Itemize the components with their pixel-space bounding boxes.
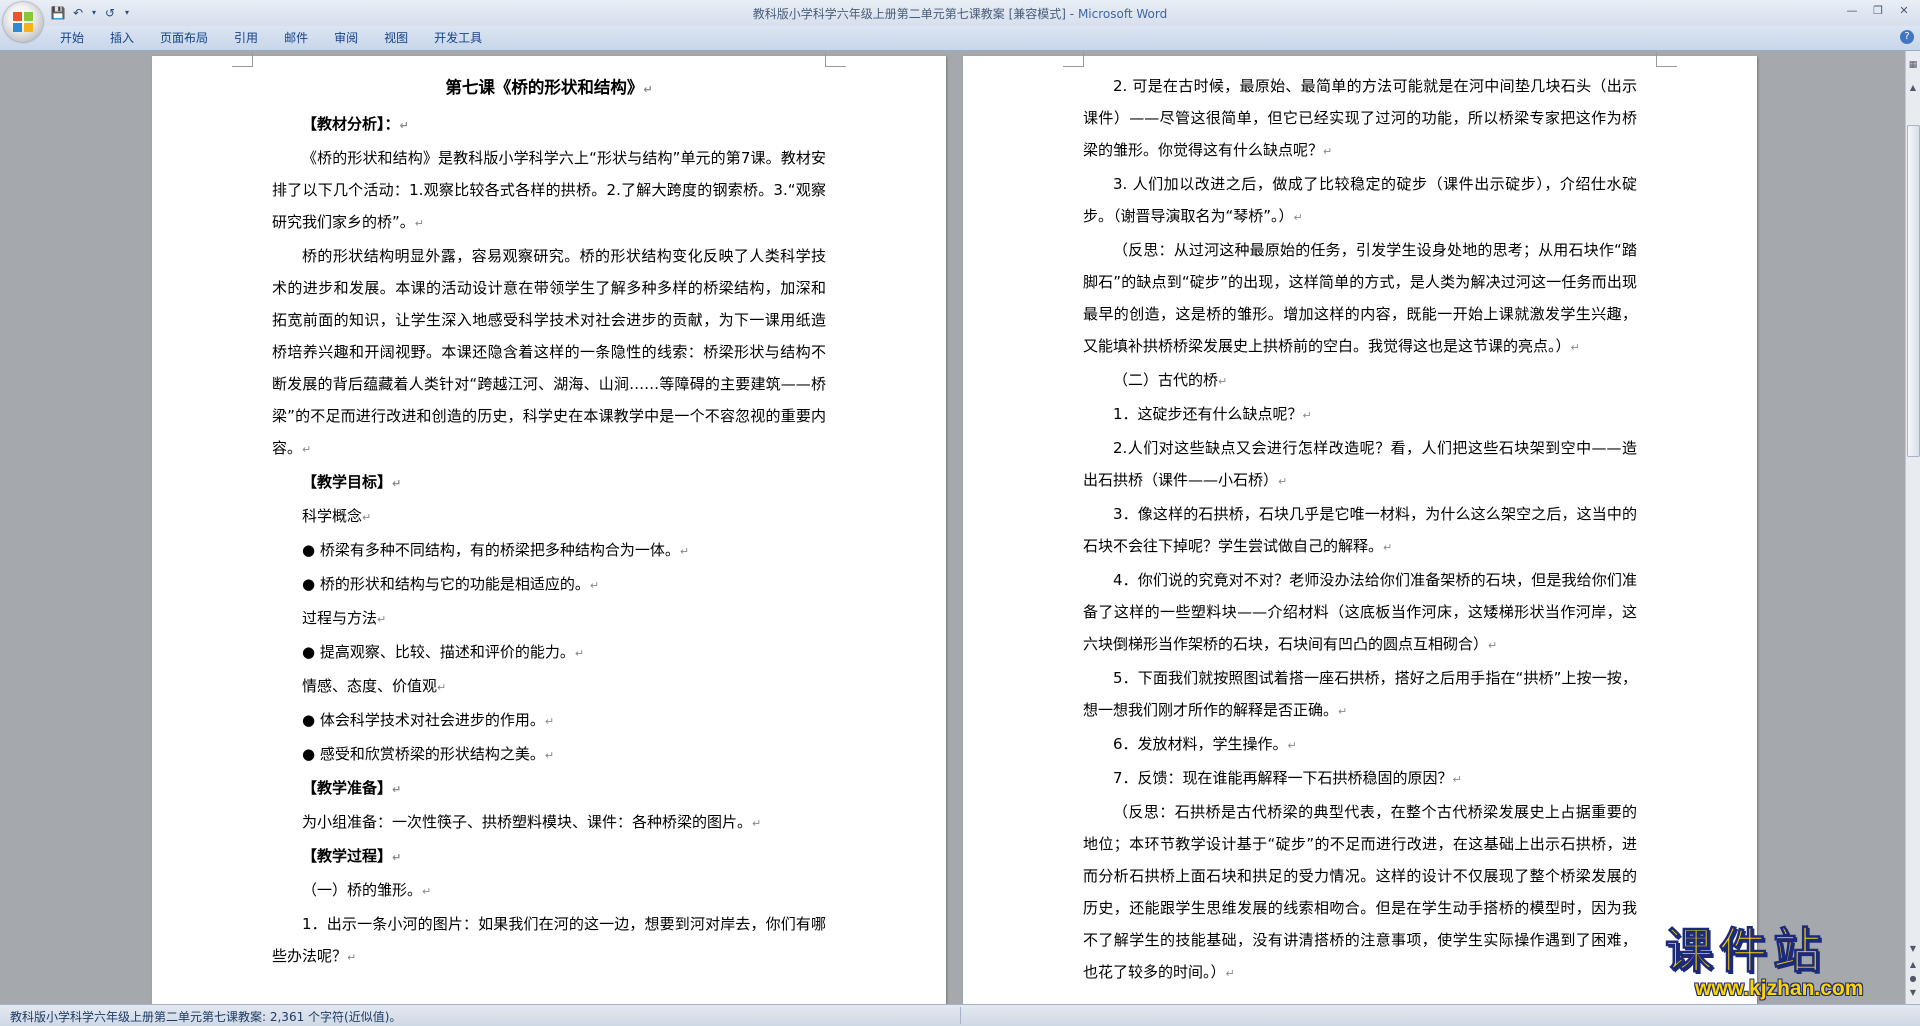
ribbon-tabs: 开始 插入 页面布局 引用 邮件 审阅 视图 开发工具 bbox=[47, 26, 495, 50]
paragraph: 4．你们说的究竟对不对？老师没办法给你们准备架桥的石块，但是我给你们准备了这样的… bbox=[1083, 571, 1637, 653]
document-name: 教科版小学科学六年级上册第二单元第七课教案 [兼容模式] bbox=[752, 7, 1066, 21]
title-bar: 💾 ↶ ▾ ↺ ▾ 教科版小学科学六年级上册第二单元第七课教案 [兼容模式] -… bbox=[0, 0, 1920, 27]
crop-mark bbox=[825, 52, 846, 67]
paragraph: 《桥的形状和结构》是教科版小学科学六上“形状与结构”单元的第7课。教材安排了以下… bbox=[272, 149, 826, 231]
close-icon[interactable]: ✕ bbox=[1892, 2, 1916, 20]
status-divider bbox=[960, 1007, 961, 1024]
window-title: 教科版小学科学六年级上册第二单元第七课教案 [兼容模式] - Microsoft… bbox=[0, 5, 1920, 22]
crop-mark bbox=[232, 52, 253, 67]
document-workspace: 第七课《桥的形状和结构》↵ 【教材分析】：↵ 《桥的形状和结构》是教科版小学科学… bbox=[0, 51, 1906, 1004]
scrollbar-thumb[interactable] bbox=[1907, 125, 1920, 457]
ribbon: 开始 插入 页面布局 引用 邮件 审阅 视图 开发工具 ? bbox=[0, 26, 1920, 51]
paragraph: 为小组准备：一次性筷子、拱桥塑料模块、课件：各种桥梁的图片。↵ bbox=[302, 813, 762, 831]
ruler-toggle-icon[interactable]: ▦ bbox=[1907, 59, 1919, 71]
paragraph: 3．像这样的石拱桥，石块几乎是它唯一材料，为什么这么架空之后，这当中的石块不会往… bbox=[1083, 505, 1637, 555]
document-page-2[interactable]: 2. 可是在古时候，最原始、最简单的方法可能就是在河中间垫几块石头（出示课件）—… bbox=[963, 52, 1757, 1004]
paragraph: （反思：从过河这种最原始的任务，引发学生设身处地的思考；从用石块作“踏脚石”的缺… bbox=[1083, 241, 1637, 355]
tab-home[interactable]: 开始 bbox=[47, 26, 97, 50]
restore-icon[interactable]: ❐ bbox=[1866, 2, 1890, 20]
paragraph: 过程与方法↵ bbox=[302, 609, 387, 627]
vertical-scrollbar[interactable]: ▦ ▲ ▼ ▲ ● ▼ bbox=[1905, 51, 1920, 1004]
paragraph: 2. 可是在古时候，最原始、最简单的方法可能就是在河中间垫几块石头（出示课件）—… bbox=[1083, 77, 1637, 159]
browse-object-icon[interactable]: ● bbox=[1906, 972, 1920, 986]
crop-mark bbox=[1063, 52, 1084, 67]
bullet-item: ● 体会科学技术对社会进步的作用。↵ bbox=[302, 711, 555, 729]
heading-objectives: 【教学目标】↵ bbox=[302, 473, 402, 491]
bullet-item: ● 提高观察、比较、描述和评价的能力。↵ bbox=[302, 643, 585, 661]
paragraph: （反思：石拱桥是古代桥梁的典型代表，在整个古代桥梁发展史上占据重要的地位；本环节… bbox=[1083, 803, 1637, 981]
paragraph: （二）古代的桥↵ bbox=[1113, 371, 1228, 389]
tab-mailings[interactable]: 邮件 bbox=[271, 26, 321, 50]
next-page-icon[interactable]: ▼ bbox=[1906, 986, 1920, 1000]
office-logo-icon bbox=[13, 12, 33, 32]
page-1-body: 第七课《桥的形状和结构》↵ 【教材分析】：↵ 《桥的形状和结构》是教科版小学科学… bbox=[272, 70, 826, 974]
heading-process: 【教学过程】↵ bbox=[302, 847, 402, 865]
previous-page-icon[interactable]: ▲ bbox=[1906, 958, 1920, 972]
bullet-item: ● 桥的形状和结构与它的功能是相适应的。↵ bbox=[302, 575, 600, 593]
heading-preparation: 【教学准备】↵ bbox=[302, 779, 402, 797]
word-count-status[interactable]: 教科版小学科学六年级上册第二单元第七课教案: 2,361 个字符(近似值)。 bbox=[10, 1008, 401, 1025]
tab-developer[interactable]: 开发工具 bbox=[421, 26, 495, 50]
watermark-title: 课件站 bbox=[1665, 923, 1828, 979]
paragraph: 5．下面我们就按照图试着搭一座石拱桥，搭好之后用手指在“拱桥”上按一按，想一想我… bbox=[1083, 669, 1637, 719]
office-button[interactable] bbox=[3, 2, 43, 42]
watermark-url: www.kjzhan.com bbox=[1695, 977, 1864, 1000]
paragraph: 2.人们对这些缺点又会进行怎样改造呢？看，人们把这些石块架到空中——造出石拱桥（… bbox=[1083, 439, 1637, 489]
page-2-body: 2. 可是在古时候，最原始、最简单的方法可能就是在河中间垫几块石头（出示课件）—… bbox=[1083, 70, 1637, 990]
paragraph: 7．反馈：现在谁能再解释一下石拱桥稳固的原因？↵ bbox=[1113, 769, 1462, 787]
paragraph: 1．出示一条小河的图片：如果我们在河的这一边，想要到河对岸去，你们有哪些办法呢？… bbox=[272, 915, 826, 965]
heading-analysis: 【教材分析】：↵ bbox=[302, 115, 409, 133]
tab-page-layout[interactable]: 页面布局 bbox=[147, 26, 221, 50]
help-icon[interactable]: ? bbox=[1900, 30, 1914, 44]
tab-insert[interactable]: 插入 bbox=[97, 26, 147, 50]
paragraph: （一）桥的雏形。↵ bbox=[302, 881, 432, 899]
title-separator: - bbox=[1065, 7, 1078, 21]
tab-view[interactable]: 视图 bbox=[371, 26, 421, 50]
bullet-item: ● 感受和欣赏桥梁的形状结构之美。↵ bbox=[302, 745, 555, 763]
minimize-icon[interactable]: — bbox=[1840, 2, 1864, 20]
paragraph: 3. 人们加以改进之后，做成了比较稳定的碇步（课件出示碇步），介绍仕水碇步。（谢… bbox=[1083, 175, 1637, 225]
paragraph: 桥的形状结构明显外露，容易观察研究。桥的形状结构变化反映了人类科学技术的进步和发… bbox=[272, 247, 826, 457]
app-name: Microsoft Word bbox=[1077, 7, 1168, 21]
paragraph: 1．这碇步还有什么缺点呢？↵ bbox=[1113, 405, 1312, 423]
tab-references[interactable]: 引用 bbox=[221, 26, 271, 50]
bullet-item: ● 桥梁有多种不同结构，有的桥梁把多种结构合为一体。↵ bbox=[302, 541, 690, 559]
site-watermark: 课件站 www.kjzhan.com bbox=[1665, 923, 1900, 1001]
window-controls: — ❐ ✕ bbox=[1840, 2, 1916, 20]
tab-review[interactable]: 审阅 bbox=[321, 26, 371, 50]
scroll-up-icon[interactable]: ▲ bbox=[1906, 81, 1920, 95]
lesson-title: 第七课《桥的形状和结构》↵ bbox=[445, 78, 653, 97]
crop-mark bbox=[1656, 52, 1677, 67]
paragraph: 情感、态度、价值观↵ bbox=[302, 677, 447, 695]
status-bar: 教科版小学科学六年级上册第二单元第七课教案: 2,361 个字符(近似值)。 bbox=[0, 1004, 1920, 1026]
paragraph: 科学概念↵ bbox=[302, 507, 372, 525]
paragraph: 6．发放材料，学生操作。↵ bbox=[1113, 735, 1297, 753]
document-page-1[interactable]: 第七课《桥的形状和结构》↵ 【教材分析】：↵ 《桥的形状和结构》是教科版小学科学… bbox=[152, 52, 946, 1004]
scroll-down-icon[interactable]: ▼ bbox=[1906, 942, 1920, 956]
